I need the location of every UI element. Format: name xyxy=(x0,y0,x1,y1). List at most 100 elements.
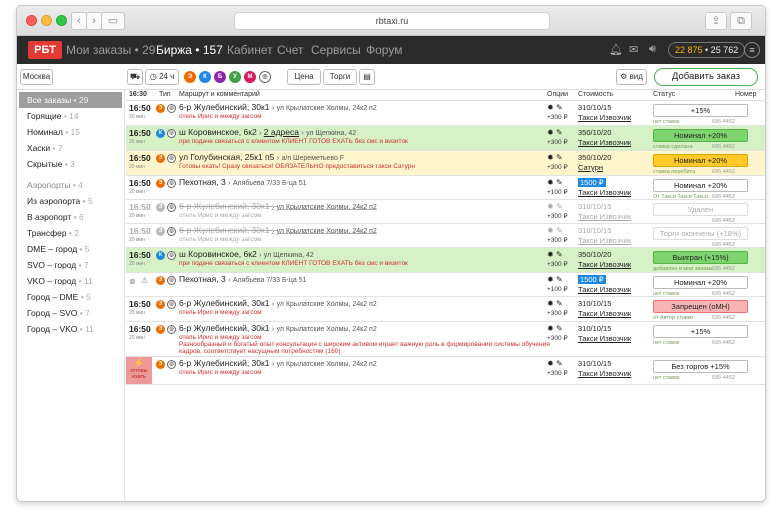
table-row[interactable]: ⊗ ⚠ Э ◎ Пехотная, 3 › Алябьева 7/33 Б-ца 51 ✹… xyxy=(126,273,765,297)
back-arrow-icon[interactable]: ‹ xyxy=(71,12,87,30)
sidebar-item-label: Город – VKO xyxy=(27,324,78,334)
table-row[interactable]: 16:50 20 мин Э ◎ 6-р Жулебинский, 30к1 › ул … xyxy=(126,322,765,357)
sidebar-item-3[interactable]: Хаски • 7 xyxy=(17,140,124,156)
sidebar-toggle-icon[interactable]: ▭ xyxy=(101,12,125,30)
sidebar-airport-item-6[interactable]: Город – DME • 5 xyxy=(17,289,124,305)
logo[interactable]: РБТ xyxy=(28,41,62,59)
table-row[interactable]: 16:50 20 мин Э ◎ 6-р Жулебинский, 30к1 › ул … xyxy=(126,200,765,224)
sidebar-airport-item-5[interactable]: VKO – город • 11 xyxy=(17,273,124,289)
route[interactable]: 6-р Жулебинский, 30к1 › ул Крылатские Хо… xyxy=(179,225,377,235)
status-button[interactable]: Номинал +20% xyxy=(653,154,748,167)
status-button[interactable]: Без торгов +15% xyxy=(653,360,748,373)
route[interactable]: Пехотная, 3 › Алябьева 7/33 Б-ца 51 xyxy=(179,274,307,284)
table-row[interactable]: 16:50 20 мин Э ◎ Пехотная, 3 › Алябьева 7/33… xyxy=(126,176,765,200)
class-comfort-toggle[interactable]: К xyxy=(199,71,211,83)
auction-filter[interactable]: Торги xyxy=(323,69,357,85)
status-button[interactable]: Номинал +20% xyxy=(653,179,748,192)
route[interactable]: Пехотная, 3 › Алябьева 7/33 Б-ца 51 xyxy=(179,177,307,187)
sidebar-airport-item-7[interactable]: Город – SVO • 7 xyxy=(17,305,124,321)
sidebar-airport-item-2[interactable]: Трансфер • 2 xyxy=(17,225,124,241)
route[interactable]: 6-р Жулебинский, 30к1 › ул Крылатские Хо… xyxy=(179,298,377,308)
company-link[interactable]: Такси Извозчик xyxy=(578,334,631,343)
steering-wheel-icon[interactable]: ◎ xyxy=(259,71,271,83)
route[interactable]: 6-р Жулебинский, 30к1 › ул Крылатские Хо… xyxy=(179,358,377,368)
nav-cabinet[interactable]: Кабинет xyxy=(227,43,273,57)
table-row[interactable]: 16:50 20 мин Э ◎ 6-р Жулебинский, 30к1 › ул … xyxy=(126,297,765,322)
table-row[interactable]: 16:50 20 мин К ◎ ш Коровинское, 6к2 › ул Щеп… xyxy=(126,248,765,273)
status-button[interactable]: Запрещен (оМН) xyxy=(653,300,748,313)
price-filter[interactable]: Цена xyxy=(287,69,321,85)
company-link[interactable]: Такси Извозчик xyxy=(578,113,631,122)
chat-icon[interactable]: ✉ xyxy=(629,43,638,56)
route[interactable]: ш Коровинское, 6к2 › 2 адреса › ул Щепки… xyxy=(179,127,356,137)
status-button[interactable]: Удален xyxy=(653,203,748,216)
minimize-window-button[interactable] xyxy=(41,15,52,26)
car-icon[interactable]: ⛟ xyxy=(127,69,143,85)
close-window-button[interactable] xyxy=(26,15,37,26)
sidebar-airport-item-3[interactable]: DME – город • 5 xyxy=(17,241,124,257)
sidebar-airports-head[interactable]: Аэропорты • 4 xyxy=(17,177,124,193)
nav-my-orders[interactable]: Мои заказы • 29 xyxy=(66,43,155,57)
route[interactable]: ул Голубинская, 25к1 п5 › а/п Шереметьев… xyxy=(179,152,344,162)
company-link[interactable]: Такси Извозчик xyxy=(578,212,631,221)
status-button[interactable]: +15% xyxy=(653,104,748,117)
nav-forum[interactable]: Форум xyxy=(366,43,402,57)
orders-table: 16:30 Тип Маршрут и комментарий Опции Ст… xyxy=(126,90,765,501)
forward-arrow-icon[interactable]: › xyxy=(86,12,102,30)
view-settings-button[interactable]: ⚙ вид xyxy=(616,69,647,85)
route[interactable]: 6-р Жулебинский, 30к1 › ул Крылатские Хо… xyxy=(179,323,377,333)
sidebar-item-0[interactable]: Все заказы • 29 xyxy=(19,92,122,108)
close-icon[interactable]: ⊗ xyxy=(129,277,136,286)
maximize-window-button[interactable] xyxy=(56,15,67,26)
status-button[interactable]: Торги окончены (+18%) xyxy=(653,227,748,240)
nav-exchange[interactable]: Биржа • 157 xyxy=(156,43,223,57)
nav-services[interactable]: Сервисы xyxy=(311,43,361,57)
company-link[interactable]: Такси Извозчик xyxy=(578,369,631,378)
address-bar[interactable]: rbtaxi.ru xyxy=(234,12,550,30)
document-icon[interactable]: ▤ xyxy=(359,69,375,85)
company-link[interactable]: Такси Извозчик xyxy=(578,236,631,245)
sidebar-airport-item-0[interactable]: Из аэропорта • 5 xyxy=(17,193,124,209)
route-via[interactable]: 2 адреса xyxy=(264,127,299,137)
sidebar-item-4[interactable]: Скрытые • 3 xyxy=(17,156,124,172)
class-universal-toggle[interactable]: У xyxy=(229,71,241,83)
company-link[interactable]: Такси Извозчик xyxy=(578,188,631,197)
status-button[interactable]: Выигран (+15%) xyxy=(653,251,748,264)
route[interactable]: ш Коровинское, 6к2 › ул Щепкина, 42 xyxy=(179,249,314,259)
table-row[interactable]: 16:50 20 мин К ◎ ш Коровинское, 6к2 › 2 адре… xyxy=(126,126,765,151)
city-select[interactable]: Москва xyxy=(20,69,53,85)
sidebar-airport-item-1[interactable]: В аэропорт • 6 xyxy=(17,209,124,225)
tabs-icon[interactable]: ⧉ xyxy=(730,12,752,30)
bell-icon[interactable]: 🔔︎ xyxy=(609,43,623,56)
company-link[interactable]: Такси Извозчик xyxy=(578,138,631,147)
status-button[interactable]: +15% xyxy=(653,325,748,338)
share-icon[interactable]: ⇪ xyxy=(705,12,727,30)
volume-icon[interactable]: 🔊︎ xyxy=(649,43,656,56)
company-link[interactable]: Такси Извозчик xyxy=(578,309,631,318)
company-link[interactable]: Такси Извозчик xyxy=(578,260,631,269)
status-button[interactable]: Номинал +20% xyxy=(653,129,748,142)
sidebar-airport-item-8[interactable]: Город – VKO • 11 xyxy=(17,321,124,337)
nav-account[interactable]: Счет xyxy=(277,43,304,57)
class-business-toggle[interactable]: Б xyxy=(214,71,226,83)
table-row[interactable]: 16:50 20 мин Э ◎ 6-р Жулебинский, 30к1 › ул … xyxy=(126,101,765,126)
status-button[interactable]: Номинал +20% xyxy=(653,276,748,289)
add-order-button[interactable]: Добавить заказ xyxy=(654,68,758,86)
company-link[interactable]: Такси Извозчик xyxy=(578,285,631,294)
table-row[interactable]: 16:50 20 мин Э ◎ ул Голубинская, 25к1 п5 › а… xyxy=(126,151,765,176)
menu-icon[interactable]: ≡ xyxy=(744,42,760,58)
company-link[interactable]: Сатурн xyxy=(578,163,603,172)
class-econom-toggle[interactable]: Э xyxy=(184,71,196,83)
sidebar-airport-item-4[interactable]: SVO – город • 7 xyxy=(17,257,124,273)
route-from: 6-р Жулебинский, 30к1 xyxy=(179,225,270,235)
route[interactable]: 6-р Жулебинский, 30к1 › ул Крылатские Хо… xyxy=(179,201,377,211)
table-row[interactable]: ⚡ готовы ехать Э ◎ 6-р Жулебинский, 30к1 › у… xyxy=(126,357,765,385)
table-row[interactable]: 16:50 20 мин Э ◎ 6-р Жулебинский, 30к1 › ул … xyxy=(126,224,765,248)
sidebar-item-1[interactable]: Горящие • 14 xyxy=(17,108,124,124)
header-time[interactable]: 16:30 xyxy=(129,91,147,98)
route[interactable]: 6-р Жулебинский, 30к1 › ул Крылатские Хо… xyxy=(179,102,377,112)
balance-badge[interactable]: 22 875 • 25 762 xyxy=(668,42,746,58)
class-minivan-toggle[interactable]: М xyxy=(244,71,256,83)
hours-filter[interactable]: ◷ 24 ч xyxy=(145,69,179,85)
sidebar-item-2[interactable]: Номинал • 15 xyxy=(17,124,124,140)
